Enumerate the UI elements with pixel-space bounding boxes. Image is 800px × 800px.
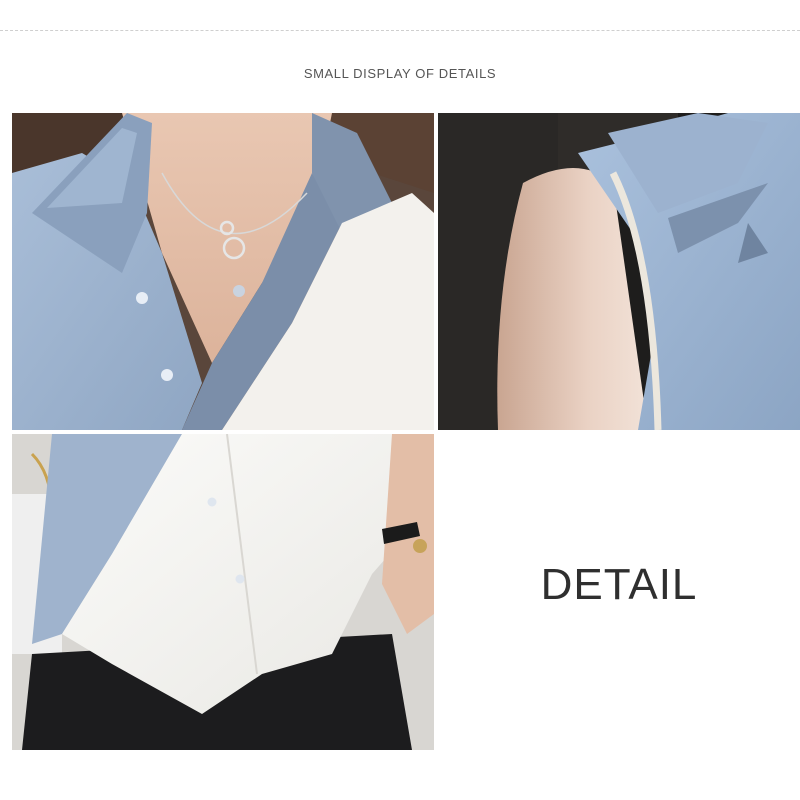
shoulder-detail-photo: [438, 113, 800, 430]
detail-label: DETAIL: [540, 560, 698, 609]
top-dashed-divider: [0, 30, 800, 31]
collar-detail-photo: [12, 113, 434, 430]
section-title: SMALL DISPLAY OF DETAILS: [303, 66, 497, 81]
hem-detail-photo: [12, 434, 434, 750]
